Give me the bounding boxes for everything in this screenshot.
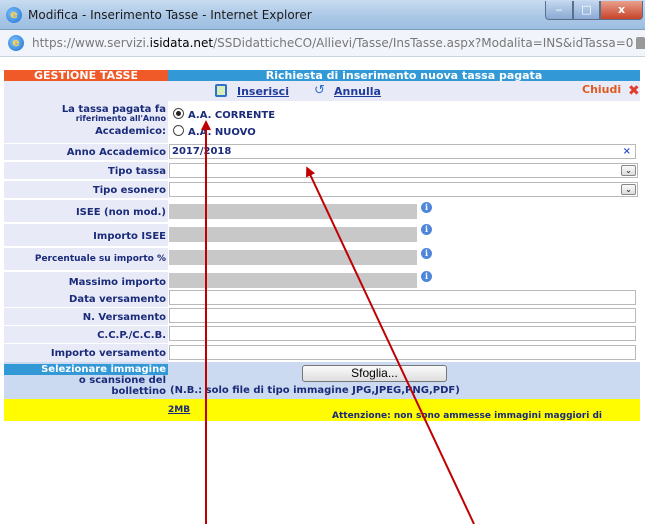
annotation-arrows [201,120,475,524]
arrow-to-anno [306,166,475,524]
